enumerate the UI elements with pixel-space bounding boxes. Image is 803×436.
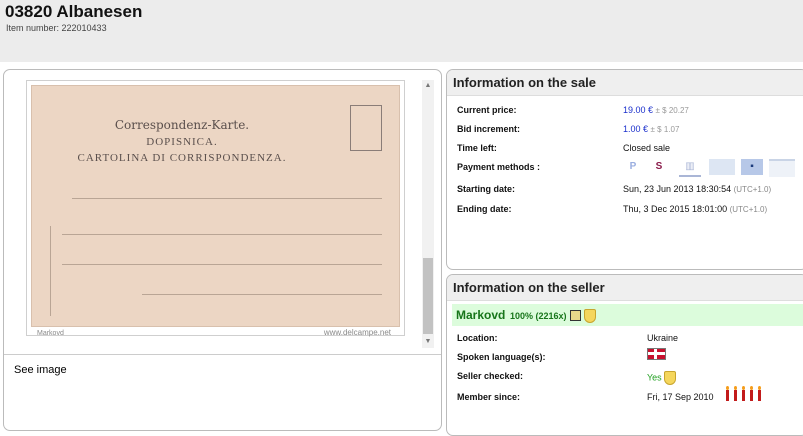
ending-date: Thu, 3 Dec 2015 18:01:00 (UTC+1.0) bbox=[623, 204, 767, 214]
address-line bbox=[62, 264, 382, 265]
ending-date-value: Thu, 3 Dec 2015 18:01:00 bbox=[623, 204, 728, 214]
languages-label: Spoken language(s): bbox=[457, 352, 546, 362]
address-line bbox=[62, 234, 382, 235]
sale-info-heading: Information on the sale bbox=[453, 75, 597, 90]
item-image[interactable]: Correspondenz-Karte. DOPISNICA. CARTOLIN… bbox=[26, 80, 405, 337]
current-price: 19.00 € ± $ 20.27 bbox=[623, 105, 689, 115]
sale-info-panel: Information on the sale Current price: 1… bbox=[446, 69, 803, 270]
scroll-up-icon[interactable]: ▲ bbox=[422, 80, 434, 92]
candle-icon bbox=[750, 390, 753, 401]
location-value: Ukraine bbox=[647, 333, 679, 343]
store-icon[interactable] bbox=[570, 310, 581, 321]
other-payment-icon bbox=[769, 159, 795, 177]
seller-checked: Yes bbox=[647, 371, 677, 385]
uk-flag-icon bbox=[647, 348, 666, 360]
starting-timezone: (UTC+1.0) bbox=[733, 185, 772, 194]
candle-icon bbox=[742, 390, 745, 401]
paypal-icon: P bbox=[629, 161, 637, 172]
current-price-converted: ± $ 20.27 bbox=[655, 106, 689, 115]
image-panel: Correspondenz-Karte. DOPISNICA. CARTOLIN… bbox=[3, 69, 442, 431]
seller-info-panel: Information on the seller Markovd 100% (… bbox=[446, 274, 803, 436]
seller-info-heading: Information on the seller bbox=[453, 280, 605, 295]
sale-info-header: Information on the sale bbox=[447, 70, 803, 96]
scroll-down-icon[interactable]: ▼ bbox=[422, 336, 434, 348]
starting-date: Sun, 23 Jun 2013 18:30:54 (UTC+1.0) bbox=[623, 184, 771, 194]
page-title: 03820 Albanesen bbox=[5, 2, 143, 21]
bid-increment: 1.00 € ± $ 1.07 bbox=[623, 124, 679, 134]
postcard-image: Correspondenz-Karte. DOPISNICA. CARTOLIN… bbox=[31, 85, 400, 337]
vertical-rule bbox=[50, 226, 51, 316]
seller-rating[interactable]: 100% (2216x) bbox=[510, 311, 567, 321]
current-price-value: 19.00 € bbox=[623, 105, 654, 115]
image-scrollbar[interactable]: ▲ ▼ bbox=[422, 80, 434, 348]
stamp-box bbox=[350, 105, 382, 151]
candle-icon bbox=[734, 390, 737, 401]
seller-name-link[interactable]: Markovd bbox=[456, 308, 505, 322]
member-since-value: Fri, 17 Sep 2010 bbox=[647, 392, 714, 402]
bid-increment-value: 1.00 € bbox=[623, 124, 649, 134]
cash-icon: ▪ bbox=[741, 159, 763, 175]
location-label: Location: bbox=[457, 333, 498, 343]
postcard-line1: Correspondenz-Karte. bbox=[114, 118, 250, 132]
seller-checked-label: Seller checked: bbox=[457, 371, 524, 381]
candle-icon bbox=[726, 390, 729, 401]
item-number: Item number: 222010433 bbox=[6, 23, 107, 33]
image-watermark: www.delcampe.net bbox=[323, 328, 391, 337]
verified-shield-icon bbox=[584, 309, 596, 323]
skrill-icon: S bbox=[655, 161, 663, 172]
starting-date-value: Sun, 23 Jun 2013 18:30:54 bbox=[623, 184, 732, 194]
starting-date-label: Starting date: bbox=[457, 184, 516, 194]
address-line bbox=[142, 294, 382, 295]
ending-date-label: Ending date: bbox=[457, 204, 512, 214]
current-price-label: Current price: bbox=[457, 105, 517, 115]
seller-info-header: Information on the seller bbox=[447, 275, 803, 301]
image-owner: Markovd bbox=[37, 330, 64, 337]
payment-methods-label: Payment methods : bbox=[457, 162, 541, 172]
check-icon bbox=[709, 159, 735, 175]
checked-shield-icon bbox=[664, 371, 677, 385]
time-left-value: Closed sale bbox=[623, 143, 671, 153]
member-since-label: Member since: bbox=[457, 392, 521, 402]
divider bbox=[4, 354, 441, 355]
bid-increment-converted: ± $ 1.07 bbox=[650, 125, 680, 134]
seller-bar: Markovd 100% (2216x) bbox=[452, 304, 803, 326]
see-image-text: See image bbox=[14, 364, 67, 376]
time-left-label: Time left: bbox=[457, 143, 497, 153]
page-header: 03820 Albanesen Item number: 222010433 bbox=[0, 0, 803, 62]
postcard-line3: CARTOLINA DI CORRISPONDENZA. bbox=[77, 152, 287, 164]
bank-transfer-icon: ▥ bbox=[679, 159, 701, 177]
bid-increment-label: Bid increment: bbox=[457, 124, 521, 134]
scrollbar-thumb[interactable] bbox=[423, 258, 433, 334]
seller-checked-value: Yes bbox=[647, 372, 662, 383]
candle-icon bbox=[758, 390, 761, 401]
ending-timezone: (UTC+1.0) bbox=[729, 205, 768, 214]
postcard-line2: DOPISNICA. bbox=[146, 136, 218, 148]
address-line bbox=[72, 198, 382, 199]
